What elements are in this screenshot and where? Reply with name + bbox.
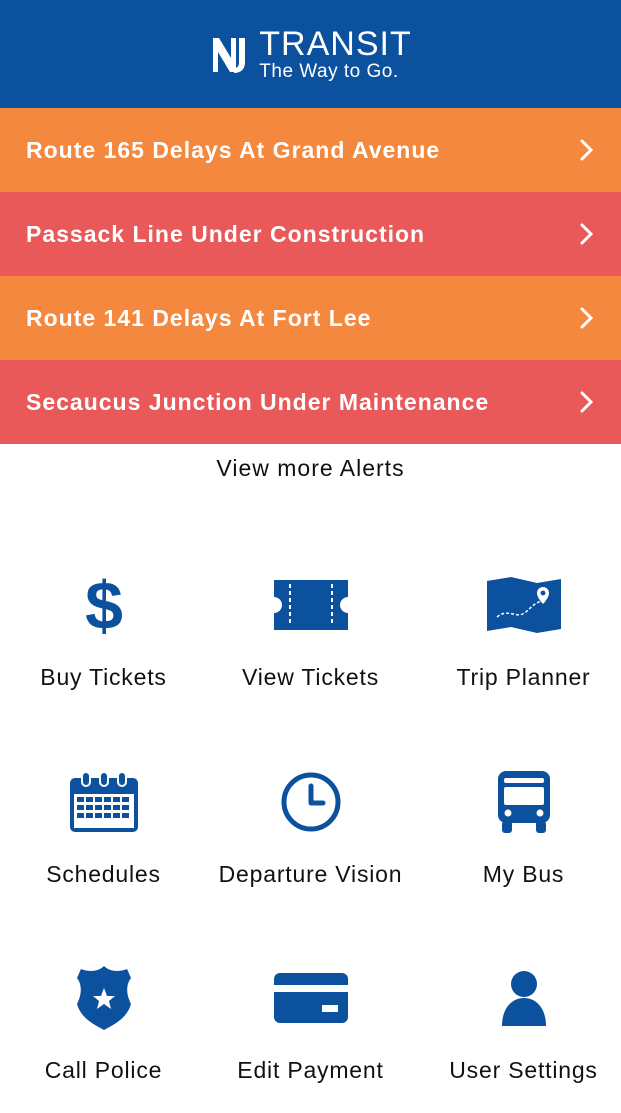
chevron-right-icon	[580, 223, 594, 245]
dollar-icon: $	[85, 573, 123, 637]
alert-label: Route 141 Delays At Fort Lee	[26, 304, 372, 331]
nj-transit-logo: TRANSIT The Way to Go.	[209, 27, 411, 81]
tile-label: Trip Planner	[456, 664, 591, 690]
app-header: TRANSIT The Way to Go.	[0, 0, 621, 108]
alert-label: Passack Line Under Construction	[26, 220, 426, 247]
tile-label: My Bus	[482, 861, 565, 887]
alert-item[interactable]: Passack Line Under Construction	[0, 192, 621, 276]
user-settings-button[interactable]: User Settings	[420, 963, 621, 1113]
calendar-icon	[69, 772, 138, 832]
chevron-right-icon	[580, 307, 594, 329]
ticket-icon	[273, 580, 348, 630]
chevron-right-icon	[580, 391, 594, 413]
alert-item[interactable]: Secaucus Junction Under Maintenance	[0, 360, 621, 444]
tile-label: Departure Vision	[218, 861, 403, 887]
map-icon	[486, 577, 561, 633]
tile-label: View Tickets	[242, 664, 379, 690]
tile-label: Buy Tickets	[40, 664, 167, 690]
alerts-list: Route 165 Delays At Grand Avenue Passack…	[0, 108, 621, 444]
view-tickets-button[interactable]: View Tickets	[207, 570, 414, 720]
schedules-button[interactable]: Schedules	[0, 767, 207, 917]
clock-icon	[281, 772, 340, 832]
view-more-alerts-link[interactable]: View more Alerts	[0, 455, 621, 482]
alert-item[interactable]: Route 165 Delays At Grand Avenue	[0, 108, 621, 192]
logo-tagline: The Way to Go.	[259, 61, 399, 82]
tile-label: Call Police	[44, 1057, 163, 1083]
tile-label: Edit Payment	[237, 1057, 384, 1083]
tile-label: Schedules	[46, 861, 161, 887]
alert-item[interactable]: Route 141 Delays At Fort Lee	[0, 276, 621, 360]
departure-vision-button[interactable]: Departure Vision	[207, 767, 414, 917]
alert-label: Route 165 Delays At Grand Avenue	[26, 136, 441, 163]
credit-card-icon	[273, 973, 348, 1023]
buy-tickets-button[interactable]: $ Buy Tickets	[0, 570, 207, 720]
nj-logo-icon	[213, 38, 246, 73]
tile-label: User Settings	[449, 1057, 598, 1083]
svg-text:$: $	[85, 573, 123, 637]
trip-planner-button[interactable]: Trip Planner	[420, 570, 621, 720]
bus-icon	[497, 771, 550, 833]
user-icon	[501, 971, 546, 1026]
edit-payment-button[interactable]: Edit Payment	[207, 963, 414, 1113]
alert-label: Secaucus Junction Under Maintenance	[26, 388, 490, 415]
police-badge-icon	[76, 966, 131, 1030]
call-police-button[interactable]: Call Police	[0, 963, 207, 1113]
chevron-right-icon	[580, 139, 594, 161]
my-bus-button[interactable]: My Bus	[420, 767, 621, 917]
logo-title: TRANSIT	[259, 25, 412, 63]
